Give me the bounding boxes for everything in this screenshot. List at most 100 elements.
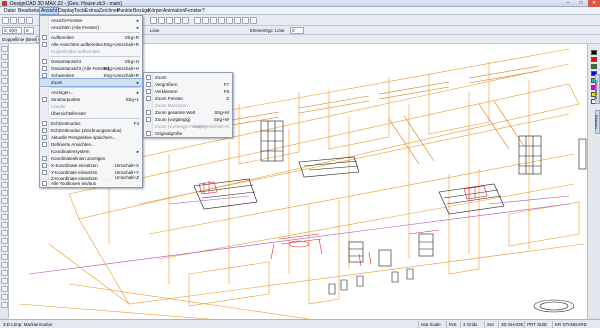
submenu-item-zoom-markieren[interactable]: Zoom Markieren xyxy=(144,102,232,109)
extrude-tool-icon[interactable] xyxy=(1,158,8,164)
color-green-swatch[interactable] xyxy=(591,64,597,69)
pan-icon[interactable] xyxy=(210,17,217,24)
menu-item-gesamtansicht-alle[interactable]: Gesamtansicht (Alle Fenster) Strg+Umschal… xyxy=(40,65,142,72)
undo-icon[interactable] xyxy=(150,17,157,24)
menu-help[interactable]: ? xyxy=(201,8,206,14)
menu-item-perspektive-speichern[interactable]: Aktuelle Perspektive speichern... xyxy=(40,134,142,141)
sweep-tool-icon[interactable] xyxy=(1,166,8,172)
app-icon[interactable] xyxy=(2,1,7,6)
element-type-field[interactable]: 0 xyxy=(290,27,304,34)
arc-tool-icon[interactable] xyxy=(1,62,8,68)
color-red-swatch[interactable] xyxy=(591,57,597,62)
stair-tool-icon[interactable] xyxy=(1,238,8,244)
window-tool-icon[interactable] xyxy=(1,230,8,236)
line-tool-icon[interactable] xyxy=(1,54,8,60)
menu-item-strukturpunkte[interactable]: Strukturpunkte Strg+1 xyxy=(40,96,142,103)
menu-item-doppelbilder[interactable]: Doppelbilder aufbereiten xyxy=(40,48,142,55)
dimension-tool-icon[interactable] xyxy=(1,110,8,116)
menu-item-gesamtansicht[interactable]: Gesamtansicht Strg+H xyxy=(40,58,142,65)
point-tool-icon[interactable] xyxy=(1,294,8,300)
status-shade[interactable]: 3D SHADE xyxy=(498,321,524,328)
drawing-tab[interactable]: Zeichnung xyxy=(594,74,600,104)
sphere-tool-icon[interactable] xyxy=(1,182,8,188)
menu-item-lineale[interactable]: Lineale xyxy=(40,103,142,110)
submenu-item-zoom-vorherige[interactable]: Zoom (vorherige Fenster) Strg+Umschalt+M xyxy=(144,123,232,130)
door-tool-icon[interactable] xyxy=(1,222,8,228)
light-tool-icon[interactable] xyxy=(1,254,8,260)
move-tool-icon[interactable] xyxy=(1,126,8,132)
copy-icon[interactable] xyxy=(174,17,181,24)
boolean-tool-icon[interactable] xyxy=(1,206,8,212)
box-tool-icon[interactable] xyxy=(1,174,8,180)
shade-icon[interactable] xyxy=(226,17,233,24)
minimize-button[interactable]: – xyxy=(562,0,574,7)
angle-field[interactable]: 0 xyxy=(24,27,34,34)
scale-tool-icon[interactable] xyxy=(1,142,8,148)
menu-punkte[interactable]: Punkte xyxy=(116,8,134,14)
zoom-out-icon[interactable] xyxy=(202,17,209,24)
help-icon[interactable] xyxy=(250,17,257,24)
wireframe-icon[interactable] xyxy=(234,17,241,24)
coordinate-field[interactable]: 0, 0(0) xyxy=(2,27,22,34)
menu-item-x-koordinate[interactable]: X-Koordinate einsetzen Umschalt+X xyxy=(40,162,142,169)
submenu-item-zoom-vorgaengig[interactable]: Zoom (vorgängig) Strg+W xyxy=(144,116,232,123)
menu-item-echtzeitmodus[interactable]: Echtzeitmodus F4 xyxy=(40,120,142,127)
wall-tool-icon[interactable] xyxy=(1,214,8,220)
paste-icon[interactable] xyxy=(182,17,189,24)
cone-tool-icon[interactable] xyxy=(1,198,8,204)
new-file-icon[interactable] xyxy=(2,17,9,24)
status-grids[interactable]: 3 Grids xyxy=(460,321,484,328)
menu-item-zoom[interactable]: Zoom ▸ xyxy=(39,78,143,87)
cylinder-tool-icon[interactable] xyxy=(1,190,8,196)
hatch-tool-icon[interactable] xyxy=(1,118,8,124)
menu-item-koordinatenlinien[interactable]: Koordinatenlinien anzeigen xyxy=(40,155,142,162)
roof-tool-icon[interactable] xyxy=(1,246,8,252)
menu-item-koordinatensystem[interactable]: Koordinatensystem ▸ xyxy=(40,148,142,155)
render-icon[interactable] xyxy=(218,17,225,24)
select-tool-icon[interactable] xyxy=(1,46,8,52)
status-prt-size[interactable]: PRT SIZE xyxy=(524,321,552,328)
menu-item-uebersichtsfenster[interactable]: Übersichtsfenster xyxy=(40,110,142,117)
menu-item-ansicht-fenster[interactable]: Ansicht-Fenster ▸ xyxy=(40,17,142,24)
curve-tool-icon[interactable] xyxy=(1,94,8,100)
erase-tool-icon[interactable] xyxy=(1,302,8,308)
submenu-item-zoom[interactable]: Zoom xyxy=(144,74,232,81)
color-black-swatch[interactable] xyxy=(591,50,597,55)
print-icon[interactable] xyxy=(26,17,33,24)
cut-icon[interactable] xyxy=(166,17,173,24)
maximize-button[interactable]: □ xyxy=(575,0,587,7)
open-file-icon[interactable] xyxy=(10,17,17,24)
menu-item-aufbereiten[interactable]: Aufbereiten Strg+R xyxy=(40,34,142,41)
status-ins[interactable]: INS xyxy=(446,321,460,328)
camera-tool-icon[interactable] xyxy=(1,262,8,268)
menu-datei[interactable]: Datei xyxy=(3,8,17,14)
layers-tab[interactable]: Ebenen xyxy=(594,110,600,134)
submenu-item-originalgroesse[interactable]: Originalgröße xyxy=(144,130,232,138)
redo-icon[interactable] xyxy=(158,17,165,24)
circle-tool-icon[interactable] xyxy=(1,70,8,76)
zoom-in-icon[interactable] xyxy=(194,17,201,24)
menu-item-ansichten-alle[interactable]: Ansichten (Alle Fenster) ▸ xyxy=(40,24,142,31)
save-icon[interactable] xyxy=(18,17,25,24)
submenu-item-zoom-welt[interactable]: Zoom gesamte Welt Strg+M xyxy=(144,109,232,116)
text-tool-icon[interactable] xyxy=(1,102,8,108)
submenu-item-vergroessern[interactable]: Vergrößern F7 xyxy=(144,81,232,88)
rotate-tool-icon[interactable] xyxy=(1,134,8,140)
menu-item-alle-toolboxen[interactable]: Alle Toolboxen ein/aus xyxy=(40,180,142,187)
menu-item-echtzeit-zeichnung[interactable]: Echtzeitmodus (Zeichnungsmodus) xyxy=(40,127,142,134)
menu-item-definierte-ansichten[interactable]: Definierte Ansichten... xyxy=(40,141,142,148)
measure-tool-icon[interactable] xyxy=(1,270,8,276)
layers-icon[interactable] xyxy=(242,17,249,24)
menu-animation[interactable]: Animation xyxy=(162,8,186,14)
polygon-tool-icon[interactable] xyxy=(1,86,8,92)
status-scale[interactable]: Ista Scale xyxy=(418,321,446,328)
submenu-item-zoom-fenster[interactable]: Zoom Fenster Z xyxy=(144,95,232,102)
grid-tool-icon[interactable] xyxy=(1,286,8,292)
menu-item-anzeigen[interactable]: Anzeigen... ▸ xyxy=(40,89,142,96)
menu-item-schwenken[interactable]: Schwenken Strg+Umschalt+R xyxy=(40,72,142,79)
submenu-item-verkleinern[interactable]: Verkleinern F8 xyxy=(144,88,232,95)
close-button[interactable]: ✕ xyxy=(588,0,600,7)
status-standard[interactable]: KR STANDARD xyxy=(552,321,600,328)
rectangle-tool-icon[interactable] xyxy=(1,78,8,84)
snap-tool-icon[interactable] xyxy=(1,278,8,284)
